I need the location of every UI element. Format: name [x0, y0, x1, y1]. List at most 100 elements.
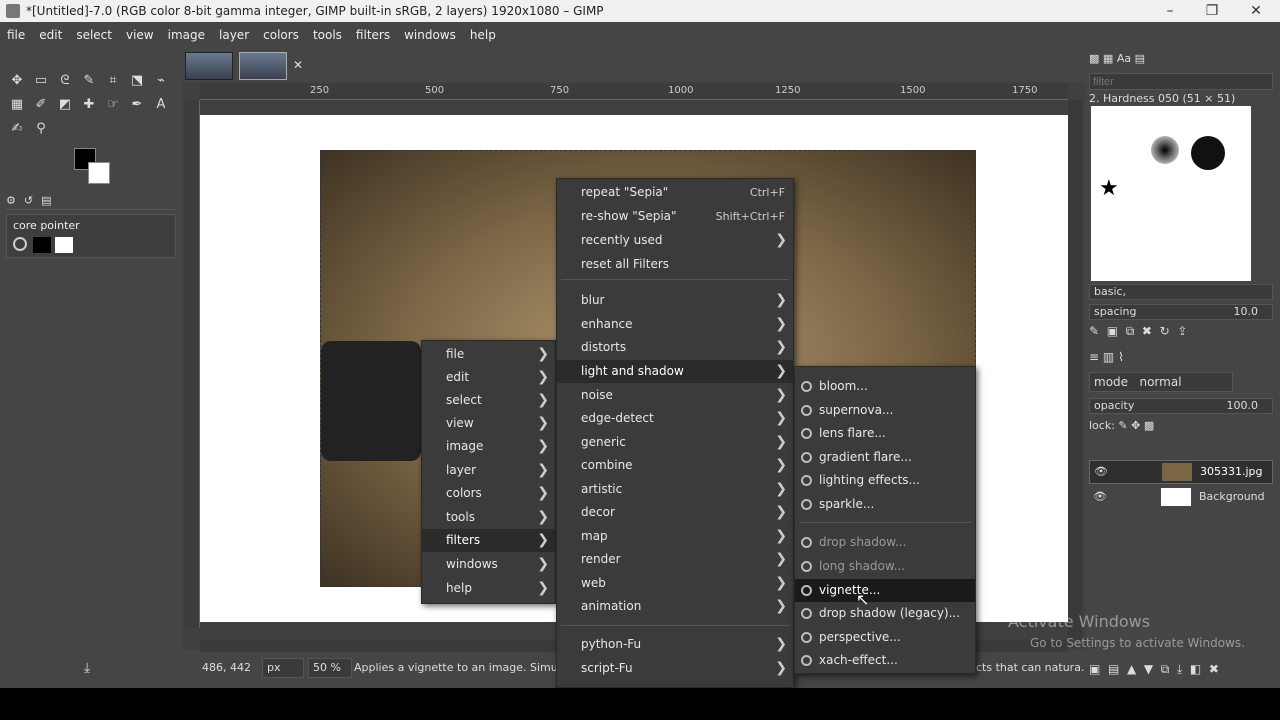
- crop-tool-icon[interactable]: ⌗: [102, 70, 124, 92]
- transform-tool-icon[interactable]: ⬔: [126, 70, 148, 92]
- close-button[interactable]: ✕: [1236, 0, 1276, 22]
- ctx-tools[interactable]: tools ❯: [422, 506, 555, 529]
- brush-preview-icon[interactable]: [1151, 136, 1179, 164]
- heal-tool-icon[interactable]: ✚: [78, 94, 100, 116]
- lock-position-icon[interactable]: ✥: [1131, 419, 1140, 432]
- ctx-file[interactable]: file ❯: [422, 343, 555, 366]
- ctx-filters[interactable]: filters ❯: [422, 529, 555, 552]
- unit-select[interactable]: px: [262, 658, 304, 678]
- images-tab-icon[interactable]: ▤: [41, 194, 51, 207]
- ctx-select[interactable]: select ❯: [422, 389, 555, 412]
- raise-layer-icon[interactable]: ▲: [1127, 662, 1136, 676]
- new-layer-icon[interactable]: ▣: [1089, 662, 1100, 676]
- lighting-effects-item[interactable]: lighting effects...: [795, 469, 975, 492]
- spacing-slider[interactable]: spacing 10.0: [1089, 304, 1273, 320]
- gradient-tool-icon[interactable]: ▦: [6, 94, 28, 116]
- brush-preset-select[interactable]: basic,: [1089, 284, 1273, 300]
- zoom-select[interactable]: 50 %: [308, 658, 352, 678]
- layer-row[interactable]: 👁 305331.jpg: [1089, 460, 1273, 484]
- layers-tab-icon[interactable]: ≡: [1089, 350, 1099, 364]
- recently-used-item[interactable]: recently used ❯: [557, 229, 793, 252]
- paths-tab-icon[interactable]: ⌇: [1118, 350, 1124, 364]
- menu-edit[interactable]: edit: [32, 22, 69, 48]
- sparkle-item[interactable]: sparkle...: [795, 493, 975, 516]
- supernova-item[interactable]: supernova...: [795, 399, 975, 422]
- duplicate-brush-icon[interactable]: ⧉: [1126, 324, 1135, 338]
- zoom-tool-icon[interactable]: ⚲: [30, 118, 52, 140]
- menu-image[interactable]: image: [161, 22, 212, 48]
- layer-name[interactable]: Background: [1199, 490, 1265, 503]
- opacity-slider[interactable]: opacity 100.0: [1089, 398, 1273, 414]
- filters-blur[interactable]: blur ❯: [557, 289, 793, 312]
- filters-enhance[interactable]: enhance ❯: [557, 313, 793, 336]
- menu-tools[interactable]: tools: [306, 22, 349, 48]
- delete-brush-icon[interactable]: ✖: [1142, 324, 1152, 338]
- menu-help[interactable]: help: [463, 22, 503, 48]
- reset-filters-item[interactable]: reset all Filters: [557, 253, 793, 276]
- layer-mode-select[interactable]: mode normal: [1089, 372, 1233, 392]
- vertical-scrollbar[interactable]: [1068, 100, 1082, 640]
- merge-layer-icon[interactable]: ⤓: [1177, 662, 1182, 676]
- ctx-colors[interactable]: colors ❯: [422, 482, 555, 505]
- edit-brush-icon[interactable]: ✎: [1089, 324, 1099, 338]
- filters-combine[interactable]: combine ❯: [557, 454, 793, 477]
- filters-artistic[interactable]: artistic ❯: [557, 478, 793, 501]
- menu-colors[interactable]: colors: [256, 22, 306, 48]
- duplicate-layer-icon[interactable]: ⧉: [1161, 662, 1170, 676]
- ctx-image[interactable]: image ❯: [422, 435, 555, 458]
- paths-tool-icon[interactable]: ✒: [126, 94, 148, 116]
- xach-effect-item[interactable]: xach-effect...: [795, 649, 975, 672]
- maximize-button[interactable]: ❐: [1192, 0, 1232, 22]
- new-layer-group-icon[interactable]: ▤: [1108, 662, 1119, 676]
- filters-edge-detect[interactable]: edge-detect ❯: [557, 407, 793, 430]
- gradient-flare-item[interactable]: gradient flare...: [795, 446, 975, 469]
- ctx-layer[interactable]: layer ❯: [422, 459, 555, 482]
- layer-name[interactable]: 305331.jpg: [1200, 465, 1263, 478]
- filters-web[interactable]: web ❯: [557, 572, 793, 595]
- vignette-item[interactable]: vignette...: [795, 579, 975, 602]
- document-history-tab-icon[interactable]: ▤: [1135, 52, 1145, 65]
- filters-noise[interactable]: noise ❯: [557, 384, 793, 407]
- refresh-brushes-icon[interactable]: ↻: [1160, 324, 1170, 338]
- filters-distorts[interactable]: distorts ❯: [557, 336, 793, 359]
- star-brush-icon[interactable]: ★: [1099, 176, 1119, 201]
- filters-decor[interactable]: decor ❯: [557, 501, 793, 524]
- filters-generic[interactable]: generic ❯: [557, 431, 793, 454]
- filters-script-fu[interactable]: script-Fu ❯: [557, 657, 793, 680]
- lock-pixels-icon[interactable]: ✎: [1118, 419, 1127, 432]
- menu-select[interactable]: select: [69, 22, 119, 48]
- layer-row[interactable]: 👁 Background: [1089, 486, 1273, 510]
- smudge-tool-icon[interactable]: ☞: [102, 94, 124, 116]
- save-icon[interactable]: ⤓: [84, 660, 90, 676]
- brush-preview-icon[interactable]: [1191, 136, 1225, 170]
- paintbrush-tool-icon[interactable]: ✐: [30, 94, 52, 116]
- patterns-tab-icon[interactable]: ▦: [1103, 52, 1113, 65]
- brushes-tab-icon[interactable]: ▩: [1089, 52, 1099, 65]
- device-status-tab-icon[interactable]: ⚙: [6, 194, 16, 207]
- lower-layer-icon[interactable]: ▼: [1144, 662, 1153, 676]
- move-tool-icon[interactable]: ✥: [6, 70, 28, 92]
- perspective-item[interactable]: perspective...: [795, 626, 975, 649]
- rect-select-tool-icon[interactable]: ▭: [30, 70, 52, 92]
- repeat-filter-item[interactable]: repeat "Sepia" Ctrl+F: [557, 181, 793, 204]
- fonts-tab-icon[interactable]: Aa: [1117, 52, 1131, 65]
- brush-filter-input[interactable]: [1089, 73, 1273, 90]
- ctx-help[interactable]: help ❯: [422, 577, 555, 600]
- close-image-tab-icon[interactable]: ✕: [293, 58, 303, 72]
- filters-python-fu[interactable]: python-Fu ❯: [557, 633, 793, 656]
- mask-icon[interactable]: ◧: [1190, 662, 1201, 676]
- free-select-tool-icon[interactable]: ᘓ: [54, 70, 76, 92]
- menu-view[interactable]: view: [119, 22, 161, 48]
- visibility-eye-icon[interactable]: 👁: [1093, 490, 1107, 503]
- filters-render[interactable]: render ❯: [557, 548, 793, 571]
- menu-filters[interactable]: filters: [349, 22, 397, 48]
- undo-history-tab-icon[interactable]: ↺: [24, 194, 33, 207]
- ctx-edit[interactable]: edit ❯: [422, 366, 555, 389]
- warp-tool-icon[interactable]: ⌁: [150, 70, 172, 92]
- image-thumb-2[interactable]: [239, 52, 287, 80]
- menu-layer[interactable]: layer: [212, 22, 256, 48]
- ctx-view[interactable]: view ❯: [422, 412, 555, 435]
- fuzzy-select-tool-icon[interactable]: ✎: [78, 70, 100, 92]
- channels-tab-icon[interactable]: ▥: [1103, 350, 1114, 364]
- image-thumb-1[interactable]: [185, 52, 233, 80]
